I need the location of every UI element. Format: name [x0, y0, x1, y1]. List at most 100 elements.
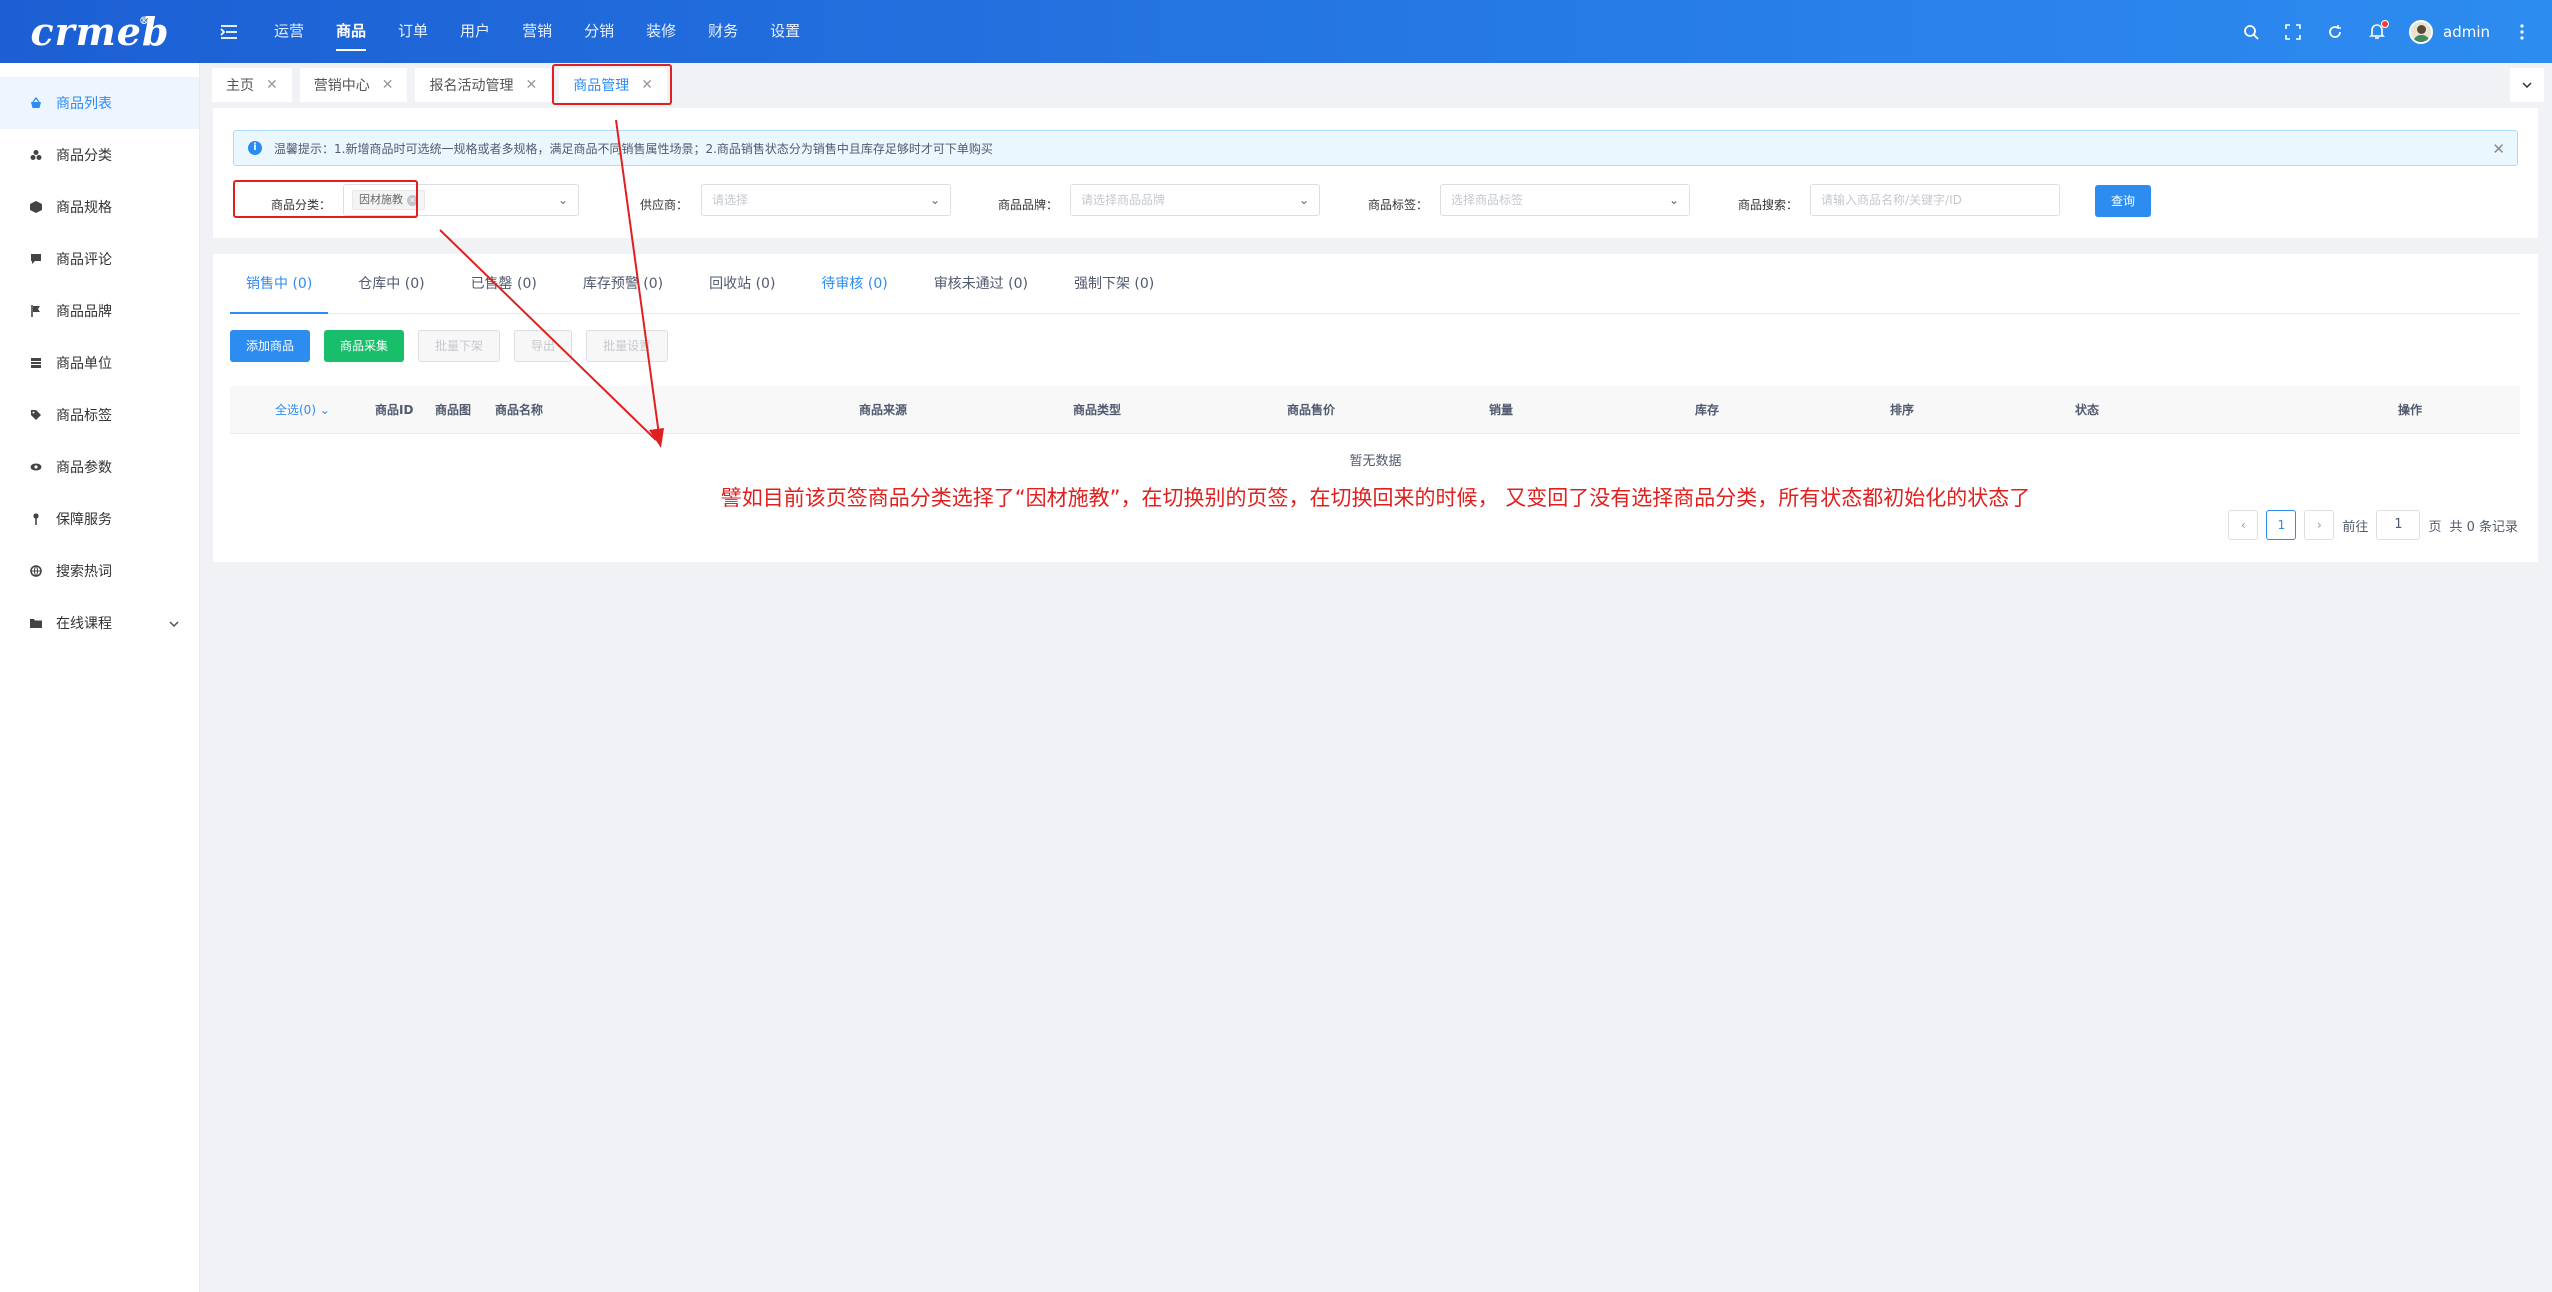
query-button[interactable]: 查询	[2095, 185, 2151, 217]
sidebar-item-brand[interactable]: 商品品牌	[0, 285, 199, 337]
header-tools: admin	[2241, 19, 2552, 44]
folder-icon	[30, 617, 42, 629]
eye-icon	[30, 461, 42, 473]
tab-review-rejected[interactable]: 审核未通过 (0)	[918, 254, 1044, 314]
bell-icon[interactable]	[2367, 19, 2389, 42]
sidebar-item-params[interactable]: 商品参数	[0, 441, 199, 493]
nav-item-marketing[interactable]: 营销	[506, 0, 568, 63]
chevron-down-icon[interactable]	[169, 615, 181, 631]
annotation-text: 譬如目前该页签商品分类选择了“因材施教”，在切换别的页签，在切换回来的时候， 又…	[720, 486, 2031, 510]
tag-select[interactable]: 选择商品标签 ⌄	[1440, 184, 1690, 216]
sidebar-item-label: 保障服务	[56, 512, 112, 528]
sidebar-item-category[interactable]: 商品分类	[0, 129, 199, 181]
goto-suffix: 页	[2428, 519, 2442, 535]
status-tabs: 销售中 (0) 仓库中 (0) 已售罄 (0) 库存预警 (0) 回收站 (0)…	[230, 254, 2520, 314]
batch-off-button[interactable]: 批量下架	[418, 330, 501, 362]
sidebar-item-unit[interactable]: 商品单位	[0, 337, 199, 389]
empty-state: 暂无数据	[1349, 454, 1402, 469]
filter-row: 商品分类： 因材施教 ✕ ⌄ 供应商： 请选择 ⌄ 商品品牌： 请选择商品品牌 ⌄ 商…	[233, 184, 2518, 220]
close-icon[interactable]: ✕	[2492, 140, 2505, 158]
chevron-down-icon: ⌄	[1298, 193, 1309, 207]
col-product-image: 商品图	[435, 403, 472, 417]
more-vertical-icon[interactable]	[2512, 22, 2532, 42]
nav-item-product[interactable]: 商品	[320, 0, 382, 63]
nav-item-order[interactable]: 订单	[382, 0, 444, 63]
nav-item-settings[interactable]: 设置	[754, 0, 816, 63]
product-list-panel: 销售中 (0) 仓库中 (0) 已售罄 (0) 库存预警 (0) 回收站 (0)…	[213, 254, 2538, 562]
batch-set-button[interactable]: 批量设置	[586, 330, 669, 362]
col-product-source: 商品来源	[859, 403, 908, 417]
category-chip: 因材施教 ✕	[352, 190, 425, 210]
user-menu[interactable]: admin	[2409, 19, 2490, 44]
tab-pending-review[interactable]: 待审核 (0)	[805, 254, 903, 314]
nav-item-decoration[interactable]: 装修	[630, 0, 692, 63]
col-product-price: 商品售价	[1287, 403, 1336, 417]
col-product-type: 商品类型	[1073, 403, 1122, 417]
nav-item-finance[interactable]: 财务	[692, 0, 754, 63]
sidebar-item-label: 商品规格	[56, 200, 112, 216]
refresh-icon[interactable]	[2325, 22, 2345, 42]
close-icon[interactable]: ✕	[641, 77, 653, 93]
tab-home[interactable]: 主页 ✕	[212, 68, 292, 102]
close-icon[interactable]: ✕	[382, 77, 394, 93]
sidebar-item-course[interactable]: 在线课程	[0, 597, 199, 649]
brand-label: 商品品牌：	[998, 198, 1059, 212]
sidebar-item-label: 商品评论	[56, 252, 112, 268]
sidebar-item-label: 搜索热词	[56, 564, 112, 580]
tab-sold-out[interactable]: 已售罄 (0)	[455, 254, 553, 314]
export-button[interactable]: 导出	[514, 330, 573, 362]
sidebar-item-hot-search[interactable]: 搜索热词	[0, 545, 199, 597]
tab-recycle-bin[interactable]: 回收站 (0)	[693, 254, 791, 314]
grid-icon	[30, 357, 42, 369]
tag-icon	[30, 409, 42, 421]
supplier-select[interactable]: 请选择 ⌄	[701, 184, 951, 216]
table-header: 全选(0) ⌄ 商品ID 商品图 商品名称 商品来源 商品类型 商品售价 销量 …	[230, 386, 2520, 434]
menu-toggle-icon[interactable]	[214, 17, 244, 47]
top-nav: 运营 商品 订单 用户 营销 分销 装修 财务 设置	[258, 0, 816, 63]
sidebar-item-service[interactable]: 保障服务	[0, 493, 199, 545]
sidebar-item-comment[interactable]: 商品评论	[0, 233, 199, 285]
sidebar-item-tag[interactable]: 商品标签	[0, 389, 199, 441]
brand-logo[interactable]: crmeb ®	[0, 0, 200, 63]
category-select[interactable]: 因材施教 ✕ ⌄	[343, 184, 579, 216]
select-all-dropdown[interactable]: 全选(0) ⌄	[275, 386, 330, 434]
close-icon[interactable]: ✕	[525, 77, 537, 93]
top-header: crmeb ® 运营 商品 订单 用户 营销 分销 装修 财务 设置 admin	[0, 0, 2552, 63]
next-page-button[interactable]: ›	[2304, 510, 2335, 540]
close-icon[interactable]: ✕	[266, 77, 278, 93]
goto-page-input[interactable]: 1	[2376, 510, 2421, 540]
search-icon[interactable]	[2241, 22, 2261, 42]
brand-select[interactable]: 请选择商品品牌 ⌄	[1070, 184, 1320, 216]
filter-panel: i 温馨提示：1.新增商品时可选统一规格或者多规格，满足商品不同销售属性场景；2…	[213, 108, 2538, 238]
nav-item-distribution[interactable]: 分销	[568, 0, 630, 63]
pagination: ‹ 1 › 前往 1 页 共 0 条记录	[2228, 510, 2518, 540]
tab-signup-activity[interactable]: 报名活动管理 ✕	[415, 68, 552, 102]
action-bar: 添加商品 商品采集 批量下架 导出 批量设置	[230, 330, 669, 362]
col-sort: 排序	[1890, 403, 1915, 417]
add-product-button[interactable]: 添加商品	[230, 330, 311, 362]
sidebar-item-spec[interactable]: 商品规格	[0, 181, 199, 233]
comment-icon	[30, 253, 42, 265]
col-status: 状态	[2075, 403, 2100, 417]
tabs-more-chevron-icon[interactable]	[2510, 68, 2544, 102]
search-input[interactable]: 请输入商品名称/关键字/ID	[1810, 184, 2060, 216]
globe-icon	[30, 565, 42, 577]
page-button[interactable]: 1	[2266, 510, 2297, 540]
sidebar-item-product-list[interactable]: 商品列表	[0, 77, 199, 129]
tip-text: 温馨提示：1.新增商品时可选统一规格或者多规格，满足商品不同销售属性场景；2.商…	[274, 141, 993, 156]
nav-item-operation[interactable]: 运营	[258, 0, 320, 63]
tab-on-sale[interactable]: 销售中 (0)	[230, 254, 329, 314]
supplier-label: 供应商：	[640, 198, 689, 212]
tab-in-warehouse[interactable]: 仓库中 (0)	[342, 254, 440, 314]
tab-product-management[interactable]: 商品管理 ✕	[559, 68, 667, 102]
chip-close-icon[interactable]: ✕	[407, 195, 418, 206]
collect-product-button[interactable]: 商品采集	[324, 330, 405, 362]
prev-page-button[interactable]: ‹	[2228, 510, 2259, 540]
tab-stock-warning[interactable]: 库存预警 (0)	[567, 254, 679, 314]
tab-marketing-center[interactable]: 营销中心 ✕	[299, 68, 408, 102]
category-label: 商品分类：	[271, 198, 332, 212]
nav-item-user[interactable]: 用户	[444, 0, 506, 63]
fullscreen-icon[interactable]	[2283, 22, 2303, 42]
tab-forced-off[interactable]: 强制下架 (0)	[1058, 254, 1170, 314]
total-records: 共 0 条记录	[2449, 519, 2518, 535]
